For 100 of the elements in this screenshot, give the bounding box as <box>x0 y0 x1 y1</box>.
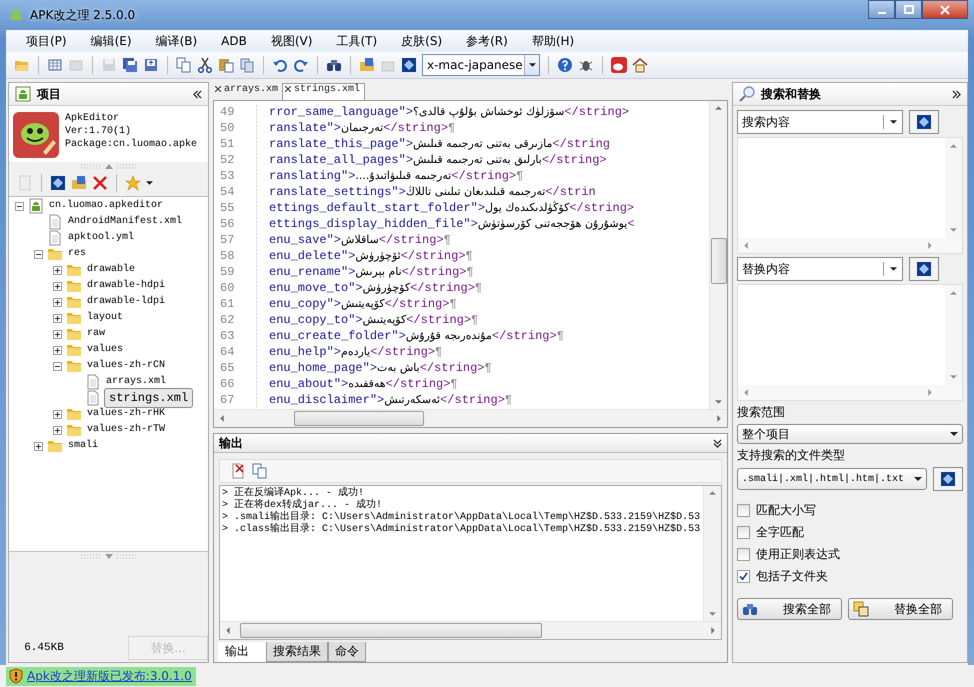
checkbox[interactable] <box>737 548 750 561</box>
splitter-grip-icon[interactable] <box>78 553 138 559</box>
tree-item[interactable]: raw <box>85 327 108 341</box>
checkbox[interactable] <box>737 504 750 517</box>
close-icon[interactable] <box>215 86 221 92</box>
expander-icon[interactable] <box>53 298 62 306</box>
options-button[interactable] <box>909 257 939 281</box>
menu-item[interactable]: 皮肤(S) <box>389 32 454 50</box>
tree-item[interactable]: cn.luomao.apkeditor <box>47 199 166 213</box>
tree-item[interactable]: apktool.yml <box>66 231 136 245</box>
file-tab[interactable]: strings.xml <box>282 83 366 100</box>
menu-item[interactable]: 项目(P) <box>14 32 79 50</box>
copy-icon[interactable] <box>176 57 192 73</box>
expander-icon[interactable] <box>53 362 62 370</box>
tree-item[interactable]: drawable <box>85 263 138 277</box>
cut-icon[interactable] <box>197 57 213 73</box>
right-arrow-icon[interactable] <box>717 415 721 422</box>
menu-item[interactable]: ADB <box>209 34 259 48</box>
down-arrow-icon[interactable] <box>715 400 722 404</box>
down-arrow-icon[interactable] <box>950 228 957 232</box>
paste-icon[interactable] <box>218 57 234 73</box>
right-arrow-icon[interactable] <box>928 389 932 396</box>
redo-icon[interactable] <box>293 57 309 73</box>
search-combo-box[interactable]: 搜索内容 <box>737 110 903 134</box>
checkbox-label[interactable]: 匹配大小写 <box>756 502 816 519</box>
left-arrow-icon[interactable] <box>744 242 748 249</box>
collapse-icon[interactable] <box>193 90 202 98</box>
scope-dropdown[interactable]: 整个项目 <box>737 424 963 444</box>
delete-icon[interactable] <box>92 175 108 191</box>
output-tab[interactable]: 搜索结果 <box>266 642 328 662</box>
expander-icon[interactable] <box>34 250 43 258</box>
expander-icon[interactable] <box>53 282 62 290</box>
options-button[interactable] <box>933 467 963 491</box>
documents-icon[interactable] <box>239 57 255 73</box>
up-arrow-icon[interactable] <box>715 106 722 110</box>
checkbox[interactable] <box>737 570 750 583</box>
folder-up-icon[interactable] <box>359 57 375 73</box>
vertical-scrollbar[interactable] <box>709 101 727 409</box>
expander-icon[interactable] <box>15 202 24 210</box>
replace-field[interactable]: 替换内容 <box>738 258 883 280</box>
diamond-icon[interactable] <box>401 57 417 73</box>
horizontal-scrollbar[interactable] <box>214 409 727 427</box>
checkbox-label[interactable]: 使用正则表达式 <box>756 546 840 563</box>
undo-icon[interactable] <box>272 57 288 73</box>
tree-item[interactable]: res <box>66 247 88 261</box>
expander-icon[interactable] <box>53 330 62 338</box>
save-all-icon[interactable] <box>122 57 138 73</box>
left-arrow-icon[interactable] <box>220 415 224 422</box>
checkbox-label[interactable]: 包括子文件夹 <box>756 568 828 585</box>
tree-item[interactable]: values <box>85 343 126 357</box>
file-tab[interactable]: arrays.xm <box>213 84 282 100</box>
expander-icon[interactable] <box>53 410 62 418</box>
close-button[interactable] <box>922 0 968 19</box>
menu-item[interactable]: 编译(B) <box>144 32 210 50</box>
menu-item[interactable]: 帮助(H) <box>520 32 586 50</box>
tree-item[interactable]: values-zh-rTW <box>85 423 168 437</box>
star-icon[interactable] <box>125 175 141 191</box>
tree-item[interactable]: drawable-ldpi <box>85 295 168 309</box>
horizontal-scrollbar[interactable] <box>220 621 721 639</box>
menu-item[interactable]: 参考(R) <box>454 32 520 50</box>
export-icon[interactable] <box>143 57 159 73</box>
tree-item[interactable]: values-zh-rHK <box>85 407 168 421</box>
scrollbar-thumb[interactable] <box>294 411 424 426</box>
up-arrow-icon[interactable] <box>950 291 957 295</box>
checkbox[interactable] <box>737 526 750 539</box>
file-type-dropdown[interactable]: .smali|.xml|.html|.htm|.txt <box>737 468 927 490</box>
tree-item[interactable]: drawable-hdpi <box>85 279 168 293</box>
expander-icon[interactable] <box>53 314 62 322</box>
collapse-icon[interactable] <box>713 438 722 448</box>
expander-icon[interactable] <box>53 426 62 434</box>
vertical-scrollbar[interactable] <box>703 486 721 621</box>
expander-icon[interactable] <box>53 346 62 354</box>
down-arrow-icon[interactable] <box>950 375 957 379</box>
home-icon[interactable] <box>632 57 648 73</box>
right-arrow-icon[interactable] <box>928 242 932 249</box>
menu-item[interactable]: 工具(T) <box>324 32 390 50</box>
options-button[interactable] <box>909 110 939 134</box>
tree-item[interactable]: AndroidManifest.xml <box>66 215 184 229</box>
splitter-grip-icon[interactable] <box>78 163 138 169</box>
tree-item[interactable]: layout <box>85 311 126 325</box>
tree-item[interactable]: values-zh-rCN <box>85 359 168 373</box>
tree-item[interactable]: arrays.xml <box>104 375 168 389</box>
help-icon[interactable] <box>557 57 573 73</box>
down-arrow-icon[interactable] <box>709 612 716 616</box>
replace-all-button[interactable]: 替换全部 <box>848 598 953 620</box>
encoding-dropdown[interactable]: x-mac-japanese <box>422 54 540 76</box>
up-arrow-icon[interactable] <box>709 491 716 495</box>
checkbox-label[interactable]: 全字匹配 <box>756 524 804 541</box>
binoculars-icon[interactable] <box>326 57 342 73</box>
expander-icon[interactable] <box>53 266 62 274</box>
scrollbar-thumb[interactable] <box>240 623 542 638</box>
tree-item[interactable]: strings.xml <box>104 388 194 408</box>
maximize-button[interactable] <box>895 0 922 19</box>
minimize-button[interactable] <box>868 0 895 19</box>
tree-item[interactable]: smali <box>66 439 100 453</box>
replace-combo-box[interactable]: 替换内容 <box>737 257 903 281</box>
clear-icon[interactable] <box>230 463 246 479</box>
right-arrow-icon[interactable] <box>711 627 715 634</box>
caret-icon[interactable] <box>146 181 153 185</box>
menu-item[interactable]: 编辑(E) <box>78 32 144 50</box>
